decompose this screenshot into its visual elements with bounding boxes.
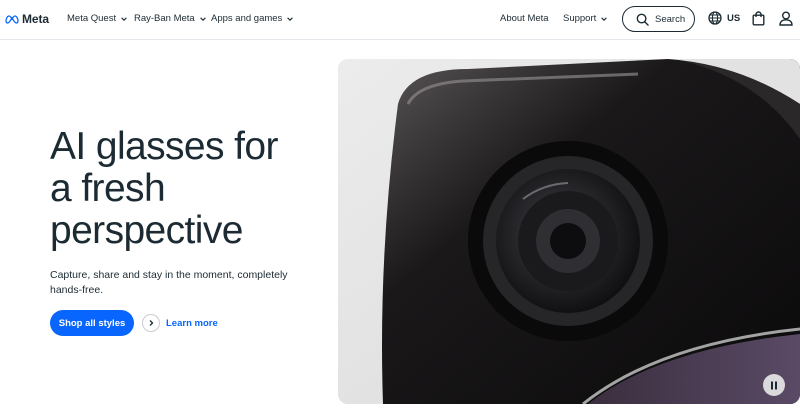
- pause-icon: [771, 381, 777, 389]
- shop-all-styles-button[interactable]: Shop all styles: [50, 310, 134, 336]
- nav-label: Support: [563, 13, 597, 24]
- hero-product-image: [338, 59, 800, 404]
- nav-item-meta-quest[interactable]: Meta Quest: [67, 13, 128, 24]
- nav-label: Meta Quest: [67, 13, 117, 24]
- nav-item-apps-and-games[interactable]: Apps and games: [211, 13, 294, 24]
- learn-more-label: Learn more: [166, 317, 218, 329]
- chevron-right-icon: [142, 314, 160, 332]
- nav-item-ray-ban-meta[interactable]: Ray-Ban Meta: [134, 13, 207, 24]
- hero-subtitle: Capture, share and stay in the moment, c…: [50, 269, 288, 296]
- chevron-down-icon: [601, 16, 608, 21]
- account-button[interactable]: [779, 11, 793, 31]
- user-icon: [779, 11, 793, 26]
- glasses-camera-illustration: [338, 59, 800, 404]
- hero-title-line: perspective: [50, 209, 243, 252]
- hero-title-line: AI glasses for: [50, 125, 278, 168]
- globe-icon: [708, 11, 722, 25]
- site-header: Meta Meta Quest Ray-Ban Meta Apps and ga…: [0, 0, 800, 40]
- hero-title-line: a fresh: [50, 167, 166, 210]
- nav-label: About Meta: [500, 13, 549, 24]
- meta-logo[interactable]: Meta: [4, 11, 49, 27]
- search-icon: [636, 13, 649, 26]
- hero-title: AI glasses for a fresh perspective: [50, 126, 330, 252]
- chevron-down-icon: [121, 16, 127, 21]
- logo-text: Meta: [22, 12, 49, 26]
- region-selector[interactable]: US: [708, 11, 740, 25]
- nav-label: Apps and games: [211, 13, 283, 24]
- nav-label: Ray-Ban Meta: [134, 13, 195, 24]
- search-label: Search: [655, 13, 686, 25]
- nav-item-support[interactable]: Support: [563, 13, 608, 24]
- cart-button[interactable]: [752, 11, 765, 31]
- shopping-bag-icon: [752, 11, 765, 26]
- pause-video-button[interactable]: [763, 374, 785, 396]
- chevron-down-icon: [287, 16, 294, 21]
- search-button[interactable]: Search: [622, 6, 695, 32]
- region-label: US: [727, 12, 741, 24]
- learn-more-link[interactable]: Learn more: [142, 314, 218, 332]
- meta-infinity-icon: [5, 15, 19, 24]
- nav-link-about-meta[interactable]: About Meta: [500, 13, 549, 24]
- chevron-down-icon: [199, 16, 206, 21]
